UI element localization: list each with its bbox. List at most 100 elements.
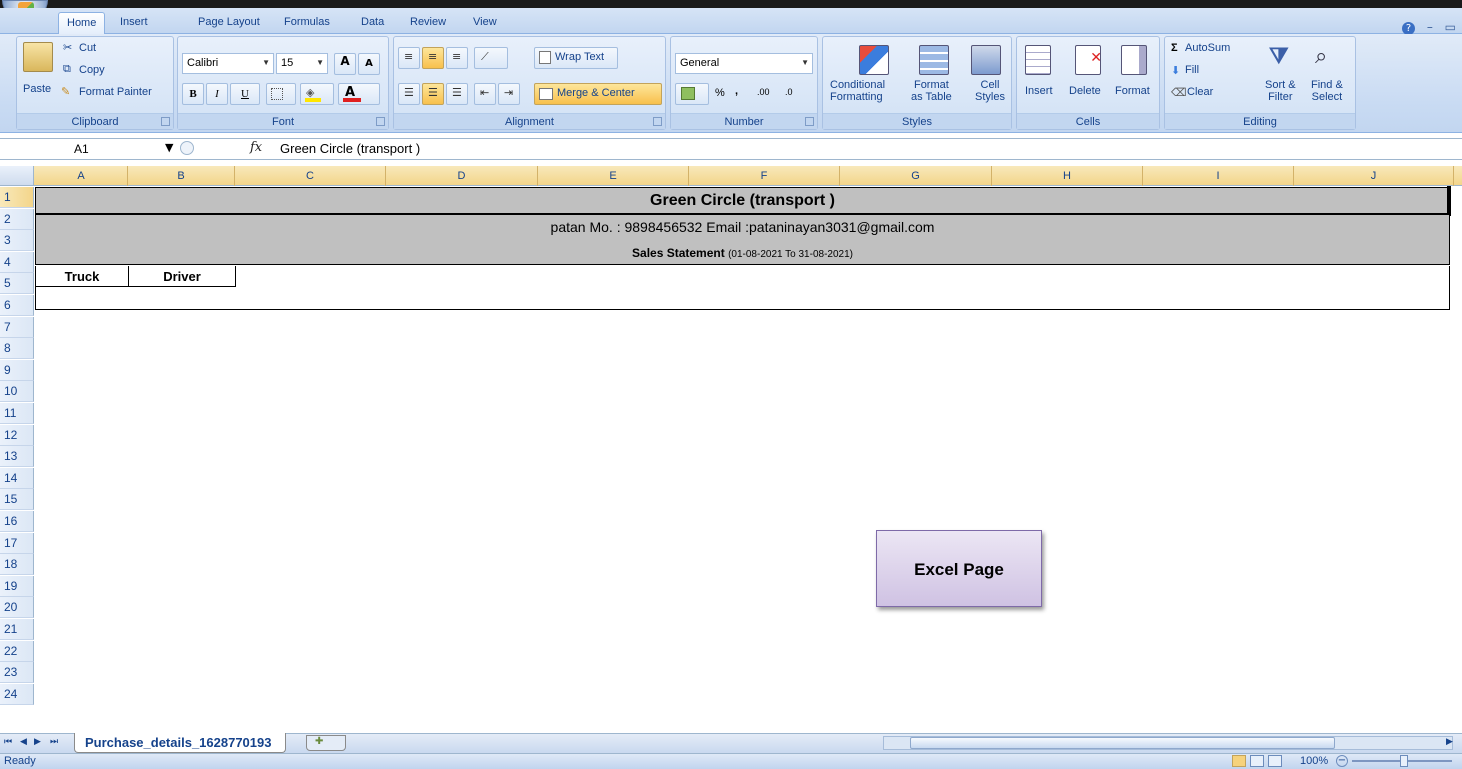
tab-review[interactable]: Review (402, 12, 454, 34)
fill-color-button[interactable]: ◈ (300, 83, 334, 105)
row-header[interactable]: 9 (0, 359, 34, 381)
row-header[interactable]: 7 (0, 316, 34, 338)
shrink-font-button[interactable]: A (358, 53, 380, 75)
orientation-button[interactable]: ⟋ (474, 47, 508, 69)
font-color-button[interactable]: A (338, 83, 380, 105)
decrease-indent-button[interactable]: ⇤ (474, 83, 496, 105)
chevron-down-icon[interactable]: ▼ (165, 141, 173, 154)
tab-insert[interactable]: Insert (112, 12, 156, 34)
row-header[interactable]: 18 (0, 554, 34, 576)
title-merged-cell[interactable]: Green Circle (transport ) (35, 186, 1451, 216)
cell-styles-button[interactable]: Cell Styles (975, 79, 1005, 103)
zoom-out-icon[interactable]: − (1336, 755, 1348, 767)
font-name-combo[interactable]: Calibri ▼ (182, 53, 274, 74)
formula-input[interactable]: Green Circle (transport ) (280, 141, 420, 156)
normal-view-icon[interactable] (1232, 755, 1246, 767)
delete-button[interactable]: Delete (1069, 85, 1101, 97)
tab-page-layout[interactable]: Page Layout (190, 12, 268, 34)
currency-button[interactable] (675, 83, 709, 105)
bold-button[interactable]: B (182, 83, 204, 105)
select-all-corner[interactable] (0, 166, 34, 186)
prev-sheet-icon[interactable]: ◀ (20, 737, 27, 747)
row-header[interactable]: 5 (0, 273, 34, 295)
row-header[interactable]: 12 (0, 424, 34, 446)
row-header[interactable]: 8 (0, 338, 34, 360)
copy-button[interactable]: Copy (79, 64, 105, 76)
paste-icon[interactable] (23, 42, 53, 72)
row-header[interactable]: 6 (0, 295, 34, 316)
insert-sheet-icon[interactable]: ✚ (306, 735, 346, 751)
tab-view[interactable]: View (465, 12, 505, 34)
contact-merged-cell[interactable]: patan Mo. : 9898456532 Email :pataninaya… (35, 215, 1450, 265)
row-header[interactable]: 3 (0, 230, 34, 252)
align-right-button[interactable]: ☰ (446, 83, 468, 105)
row-header[interactable]: 24 (0, 683, 34, 705)
fill-button[interactable]: Fill (1185, 64, 1199, 76)
horizontal-scroll-thumb[interactable] (910, 737, 1335, 749)
conditional-formatting-button[interactable]: Conditional Formatting (830, 79, 885, 103)
italic-button[interactable]: I (206, 83, 228, 105)
underline-button[interactable]: U (230, 83, 260, 105)
first-sheet-icon[interactable]: ⏮ (4, 737, 12, 747)
percent-button[interactable]: % (715, 87, 725, 99)
column-header[interactable]: J (1294, 166, 1454, 186)
row-header[interactable]: 21 (0, 619, 34, 640)
cut-button[interactable]: Cut (79, 42, 96, 54)
row-header[interactable]: 23 (0, 662, 34, 684)
grow-font-button[interactable]: A (334, 53, 356, 75)
borders-button[interactable] (266, 83, 296, 105)
align-bottom-button[interactable]: ≡ (446, 47, 468, 69)
wrap-text-button[interactable]: Wrap Text (534, 47, 618, 69)
row-header[interactable]: 13 (0, 446, 34, 468)
zoom-slider-thumb[interactable] (1400, 755, 1408, 767)
row-header[interactable]: 15 (0, 489, 34, 511)
increase-decimal-button[interactable]: .00 (757, 87, 770, 97)
find-select-button[interactable]: Find & Select (1311, 79, 1343, 103)
last-sheet-icon[interactable]: ⏭ (50, 737, 58, 747)
header-cell-driver[interactable]: Driver (129, 266, 236, 287)
decrease-decimal-button[interactable]: .0 (785, 87, 793, 97)
column-header[interactable]: D (386, 166, 538, 186)
sheet-tab-purchase-details[interactable]: Purchase_details_1628770193 (74, 733, 287, 753)
next-sheet-icon[interactable]: ▶ (34, 737, 41, 747)
name-box[interactable]: A1 (2, 140, 177, 160)
fx-icon[interactable]: fx (250, 140, 262, 155)
column-header[interactable]: A (35, 166, 128, 186)
merge-center-button[interactable]: Merge & Center (534, 83, 662, 105)
number-launcher-icon[interactable] (805, 117, 814, 126)
increase-indent-button[interactable]: ⇥ (498, 83, 520, 105)
align-center-button[interactable]: ☰ (422, 83, 444, 105)
column-header[interactable]: C (235, 166, 386, 186)
align-left-button[interactable]: ☰ (398, 83, 420, 105)
sort-filter-button[interactable]: Sort & Filter (1265, 79, 1296, 103)
font-size-combo[interactable]: 15 ▼ (276, 53, 328, 74)
page-break-view-icon[interactable] (1268, 755, 1282, 767)
alignment-launcher-icon[interactable] (653, 117, 662, 126)
column-header[interactable]: B (128, 166, 235, 186)
column-header[interactable]: G (840, 166, 992, 186)
format-painter-button[interactable]: Format Painter (79, 86, 152, 98)
autosum-button[interactable]: AutoSum (1185, 42, 1230, 54)
column-header[interactable]: F (689, 166, 840, 186)
column-header[interactable]: I (1143, 166, 1294, 186)
paste-button[interactable]: Paste (23, 83, 51, 95)
page-layout-view-icon[interactable] (1250, 755, 1264, 767)
restore-icon[interactable]: ▭ (1445, 20, 1456, 34)
align-middle-button[interactable]: ≡ (422, 47, 444, 69)
cancel-formula-icon[interactable] (180, 141, 194, 155)
tab-home[interactable]: Home (58, 12, 106, 34)
zoom-level[interactable]: 100% (1300, 755, 1328, 767)
header-cell-truck[interactable]: Truck (36, 266, 129, 287)
minimize-icon[interactable]: – (1427, 20, 1433, 34)
tab-data[interactable]: Data (353, 12, 392, 34)
row-header[interactable]: 20 (0, 597, 34, 619)
row-header[interactable]: 16 (0, 511, 34, 532)
row-header[interactable]: 10 (0, 381, 34, 403)
row-header[interactable]: 14 (0, 467, 34, 489)
clear-button[interactable]: Clear (1187, 86, 1213, 98)
scroll-right-icon[interactable]: ▶ (1446, 737, 1453, 747)
row-header[interactable]: 2 (0, 208, 34, 230)
format-button[interactable]: Format (1115, 85, 1150, 97)
align-top-button[interactable]: ≡ (398, 47, 420, 69)
clipboard-launcher-icon[interactable] (161, 117, 170, 126)
